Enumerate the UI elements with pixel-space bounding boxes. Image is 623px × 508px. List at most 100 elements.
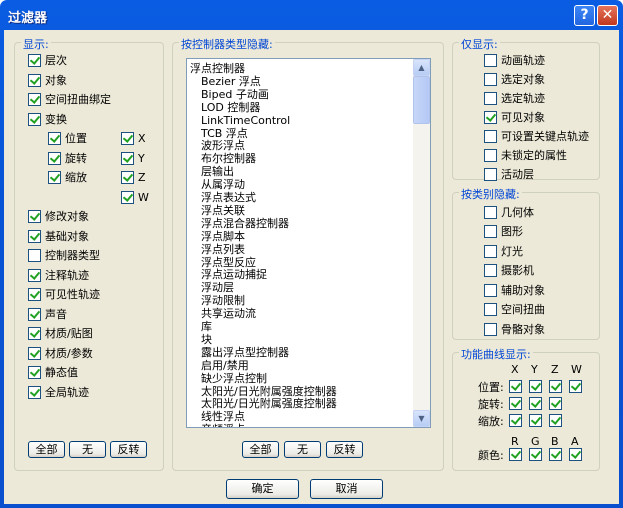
list-item[interactable]: 缺少浮点控制 bbox=[201, 372, 267, 385]
list-item[interactable]: 启用/禁用 bbox=[201, 359, 249, 372]
list-item[interactable]: 浮点运动捕捉 bbox=[201, 268, 267, 281]
color-b-checkbox[interactable] bbox=[549, 448, 562, 461]
cancel-button[interactable]: 取消 bbox=[310, 479, 383, 499]
checkbox[interactable] bbox=[28, 74, 41, 87]
curve-scale-z[interactable] bbox=[549, 414, 562, 427]
checkbox[interactable] bbox=[484, 264, 497, 277]
list-item[interactable]: 露出浮点型控制器 bbox=[201, 346, 289, 359]
checkbox[interactable] bbox=[28, 386, 41, 399]
scroll-thumb[interactable] bbox=[413, 76, 430, 124]
checkbox[interactable] bbox=[121, 191, 134, 204]
list-item[interactable]: 浮动限制 bbox=[201, 294, 245, 307]
curve-scale-y[interactable] bbox=[529, 414, 542, 427]
checkbox[interactable] bbox=[484, 168, 497, 181]
checkbox[interactable] bbox=[484, 284, 497, 297]
only-show-title: 仅显示: bbox=[459, 36, 500, 52]
list-item[interactable]: 浮点关联 bbox=[201, 204, 245, 217]
checkbox[interactable] bbox=[28, 288, 41, 301]
list-item[interactable]: 浮点列表 bbox=[201, 243, 245, 256]
checkbox[interactable] bbox=[28, 249, 41, 262]
show-none-button[interactable]: 无 bbox=[69, 441, 106, 458]
checkbox[interactable] bbox=[28, 366, 41, 379]
checkbox[interactable] bbox=[28, 210, 41, 223]
list-item[interactable]: TCB 浮点 bbox=[201, 127, 248, 140]
checkbox[interactable] bbox=[48, 152, 61, 165]
list-item[interactable]: 太阳光/日光附属强度控制器 bbox=[201, 397, 337, 410]
dialog-body: 显示: 层次 对象 空间扭曲绑定 变换 位置 旋转 缩放 X Y Z W 修改对… bbox=[4, 30, 619, 504]
curve-rot-z[interactable] bbox=[549, 397, 562, 410]
list-item[interactable]: 库 bbox=[201, 320, 212, 333]
list-item[interactable]: 浮点型反应 bbox=[201, 256, 256, 269]
checkbox[interactable] bbox=[28, 269, 41, 282]
checkbox[interactable] bbox=[121, 132, 134, 145]
color-r-checkbox[interactable] bbox=[509, 448, 522, 461]
controller-all-button[interactable]: 全部 bbox=[242, 441, 279, 458]
checkbox[interactable] bbox=[484, 73, 497, 86]
checkbox[interactable] bbox=[48, 132, 61, 145]
list-item[interactable]: 浮点混合器控制器 bbox=[201, 217, 289, 230]
list-item[interactable]: 层输出 bbox=[201, 165, 234, 178]
checkbox[interactable] bbox=[28, 347, 41, 360]
curve-pos-w[interactable] bbox=[569, 380, 582, 393]
curve-pos-y[interactable] bbox=[529, 380, 542, 393]
checkbox[interactable] bbox=[28, 93, 41, 106]
checkbox[interactable] bbox=[484, 245, 497, 258]
show-all-button[interactable]: 全部 bbox=[28, 441, 65, 458]
ok-button[interactable]: 确定 bbox=[226, 479, 299, 499]
checkbox[interactable] bbox=[121, 171, 134, 184]
list-item[interactable]: 波形浮点 bbox=[201, 139, 245, 152]
checkbox[interactable] bbox=[121, 152, 134, 165]
curve-rot-y[interactable] bbox=[529, 397, 542, 410]
list-item[interactable]: 块 bbox=[201, 333, 212, 346]
checkbox[interactable] bbox=[28, 54, 41, 67]
list-item[interactable]: Biped 子动画 bbox=[201, 88, 269, 101]
show-invert-button[interactable]: 反转 bbox=[110, 441, 147, 458]
checkbox[interactable] bbox=[484, 303, 497, 316]
checkbox[interactable] bbox=[484, 92, 497, 105]
scroll-down-arrow-icon[interactable]: ▼ bbox=[413, 410, 430, 427]
checkbox[interactable] bbox=[484, 149, 497, 162]
list-item[interactable]: 线性浮点 bbox=[201, 410, 245, 423]
close-button[interactable]: ✕ bbox=[597, 5, 618, 26]
checkbox[interactable] bbox=[48, 171, 61, 184]
controller-invert-button[interactable]: 反转 bbox=[326, 441, 363, 458]
checkbox[interactable] bbox=[484, 323, 497, 336]
color-g-checkbox[interactable] bbox=[529, 448, 542, 461]
curve-pos-x[interactable] bbox=[509, 380, 522, 393]
list-item[interactable]: 从属浮动 bbox=[201, 178, 245, 191]
list-item[interactable]: 太阳光/日光附属强度控制器 bbox=[201, 385, 337, 398]
checkbox[interactable] bbox=[484, 206, 497, 219]
list-item[interactable]: Bezier 浮点 bbox=[201, 75, 261, 88]
checkbox[interactable] bbox=[28, 113, 41, 126]
curve-axis-w: W bbox=[571, 363, 582, 376]
list-item[interactable]: 浮点脚本 bbox=[201, 230, 245, 243]
curve-pos-z[interactable] bbox=[549, 380, 562, 393]
controller-none-button[interactable]: 无 bbox=[284, 441, 321, 458]
list-item[interactable]: 浮动层 bbox=[201, 281, 234, 294]
checkbox[interactable] bbox=[28, 230, 41, 243]
checkbox[interactable] bbox=[28, 327, 41, 340]
checkbox[interactable] bbox=[484, 225, 497, 238]
list-scrollbar[interactable]: ▲ ▼ bbox=[413, 59, 430, 427]
list-item[interactable]: LinkTimeControl bbox=[201, 114, 290, 127]
list-item[interactable]: 共享运动流 bbox=[201, 307, 256, 320]
curve-axis-z: Z bbox=[551, 363, 559, 376]
curve-rot-x[interactable] bbox=[509, 397, 522, 410]
controller-type-list[interactable]: 浮点控制器 Bezier 浮点 Biped 子动画 LOD 控制器 LinkTimeCo… bbox=[186, 58, 431, 428]
list-item[interactable]: 布尔控制器 bbox=[201, 152, 256, 165]
color-a-checkbox[interactable] bbox=[569, 448, 582, 461]
curve-scale-x[interactable] bbox=[509, 414, 522, 427]
checkbox[interactable] bbox=[484, 54, 497, 67]
title-bar[interactable]: 过滤器 ? ✕ bbox=[0, 0, 623, 30]
help-button[interactable]: ? bbox=[574, 5, 595, 26]
checkbox[interactable] bbox=[484, 130, 497, 143]
checkbox[interactable] bbox=[484, 111, 497, 124]
list-item[interactable]: LOD 控制器 bbox=[201, 101, 260, 114]
list-item[interactable]: 浮点控制器 bbox=[190, 62, 245, 75]
curve-row-color: 颜色: bbox=[478, 449, 504, 462]
checkbox[interactable] bbox=[28, 308, 41, 321]
color-channel-g: G bbox=[531, 435, 540, 448]
list-item[interactable]: 浮点表达式 bbox=[201, 191, 256, 204]
scroll-up-arrow-icon[interactable]: ▲ bbox=[413, 59, 430, 76]
list-item[interactable]: 音频浮点 bbox=[201, 423, 245, 427]
